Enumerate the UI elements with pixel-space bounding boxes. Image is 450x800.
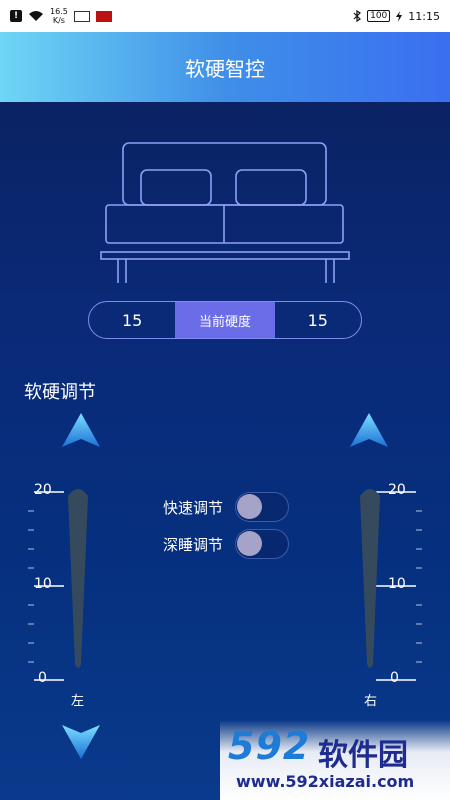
right-side-label: 右	[364, 694, 378, 709]
toggle-knob	[237, 531, 262, 556]
section-title: 软硬调节	[24, 382, 96, 403]
watermark-url: www.592xiazai.com	[236, 772, 415, 791]
clock: 11:15	[408, 9, 440, 23]
left-tick-20: 20	[34, 482, 52, 498]
fast-adjust-toggle[interactable]	[235, 492, 289, 522]
fast-adjust-row: 快速调节	[163, 492, 289, 522]
toggle-knob	[237, 494, 262, 519]
app-header: 软硬智控	[0, 32, 450, 102]
left-side-label: 左	[71, 694, 85, 709]
current-hardness-label: 当前硬度	[175, 302, 275, 338]
network-speed: 16.5 K/s	[50, 7, 68, 25]
deep-sleep-toggle[interactable]	[235, 529, 289, 559]
left-hardness-scale[interactable]: 20 10 0	[24, 482, 94, 692]
bluetooth-icon	[353, 10, 362, 22]
battery-indicator: 100	[367, 10, 391, 22]
left-increase-arrow-icon[interactable]	[62, 413, 100, 447]
watermark-number: 592	[228, 724, 311, 768]
hardness-display: 15 当前硬度 15	[88, 301, 362, 339]
page-title: 软硬智控	[185, 56, 265, 81]
right-tick-10: 10	[388, 576, 406, 592]
deep-sleep-label: 深睡调节	[163, 535, 224, 554]
watermark-brand: 软件园	[318, 738, 408, 773]
app-notification-icon	[73, 10, 90, 22]
left-tick-10: 10	[34, 576, 52, 592]
alert-icon: !	[10, 10, 22, 22]
app-notification-icon-2	[95, 10, 112, 22]
left-level-gauge	[68, 489, 88, 668]
charging-icon	[396, 10, 403, 22]
left-decrease-arrow-icon[interactable]	[62, 725, 100, 759]
bed-icon	[100, 142, 350, 283]
status-bar: ! 16.5 K/s 100 11:15	[0, 0, 450, 32]
wifi-icon	[29, 11, 43, 21]
left-hardness-value: 15	[122, 310, 143, 330]
right-increase-arrow-icon[interactable]	[350, 413, 388, 447]
right-hardness-value: 15	[307, 310, 328, 330]
right-hardness-scale[interactable]: 20 10 0	[356, 482, 426, 692]
right-tick-0: 0	[390, 670, 399, 686]
right-level-gauge	[360, 489, 380, 668]
deep-sleep-row: 深睡调节	[163, 529, 289, 559]
fast-adjust-label: 快速调节	[163, 498, 224, 517]
right-tick-20: 20	[388, 482, 406, 498]
left-tick-0: 0	[38, 670, 47, 686]
